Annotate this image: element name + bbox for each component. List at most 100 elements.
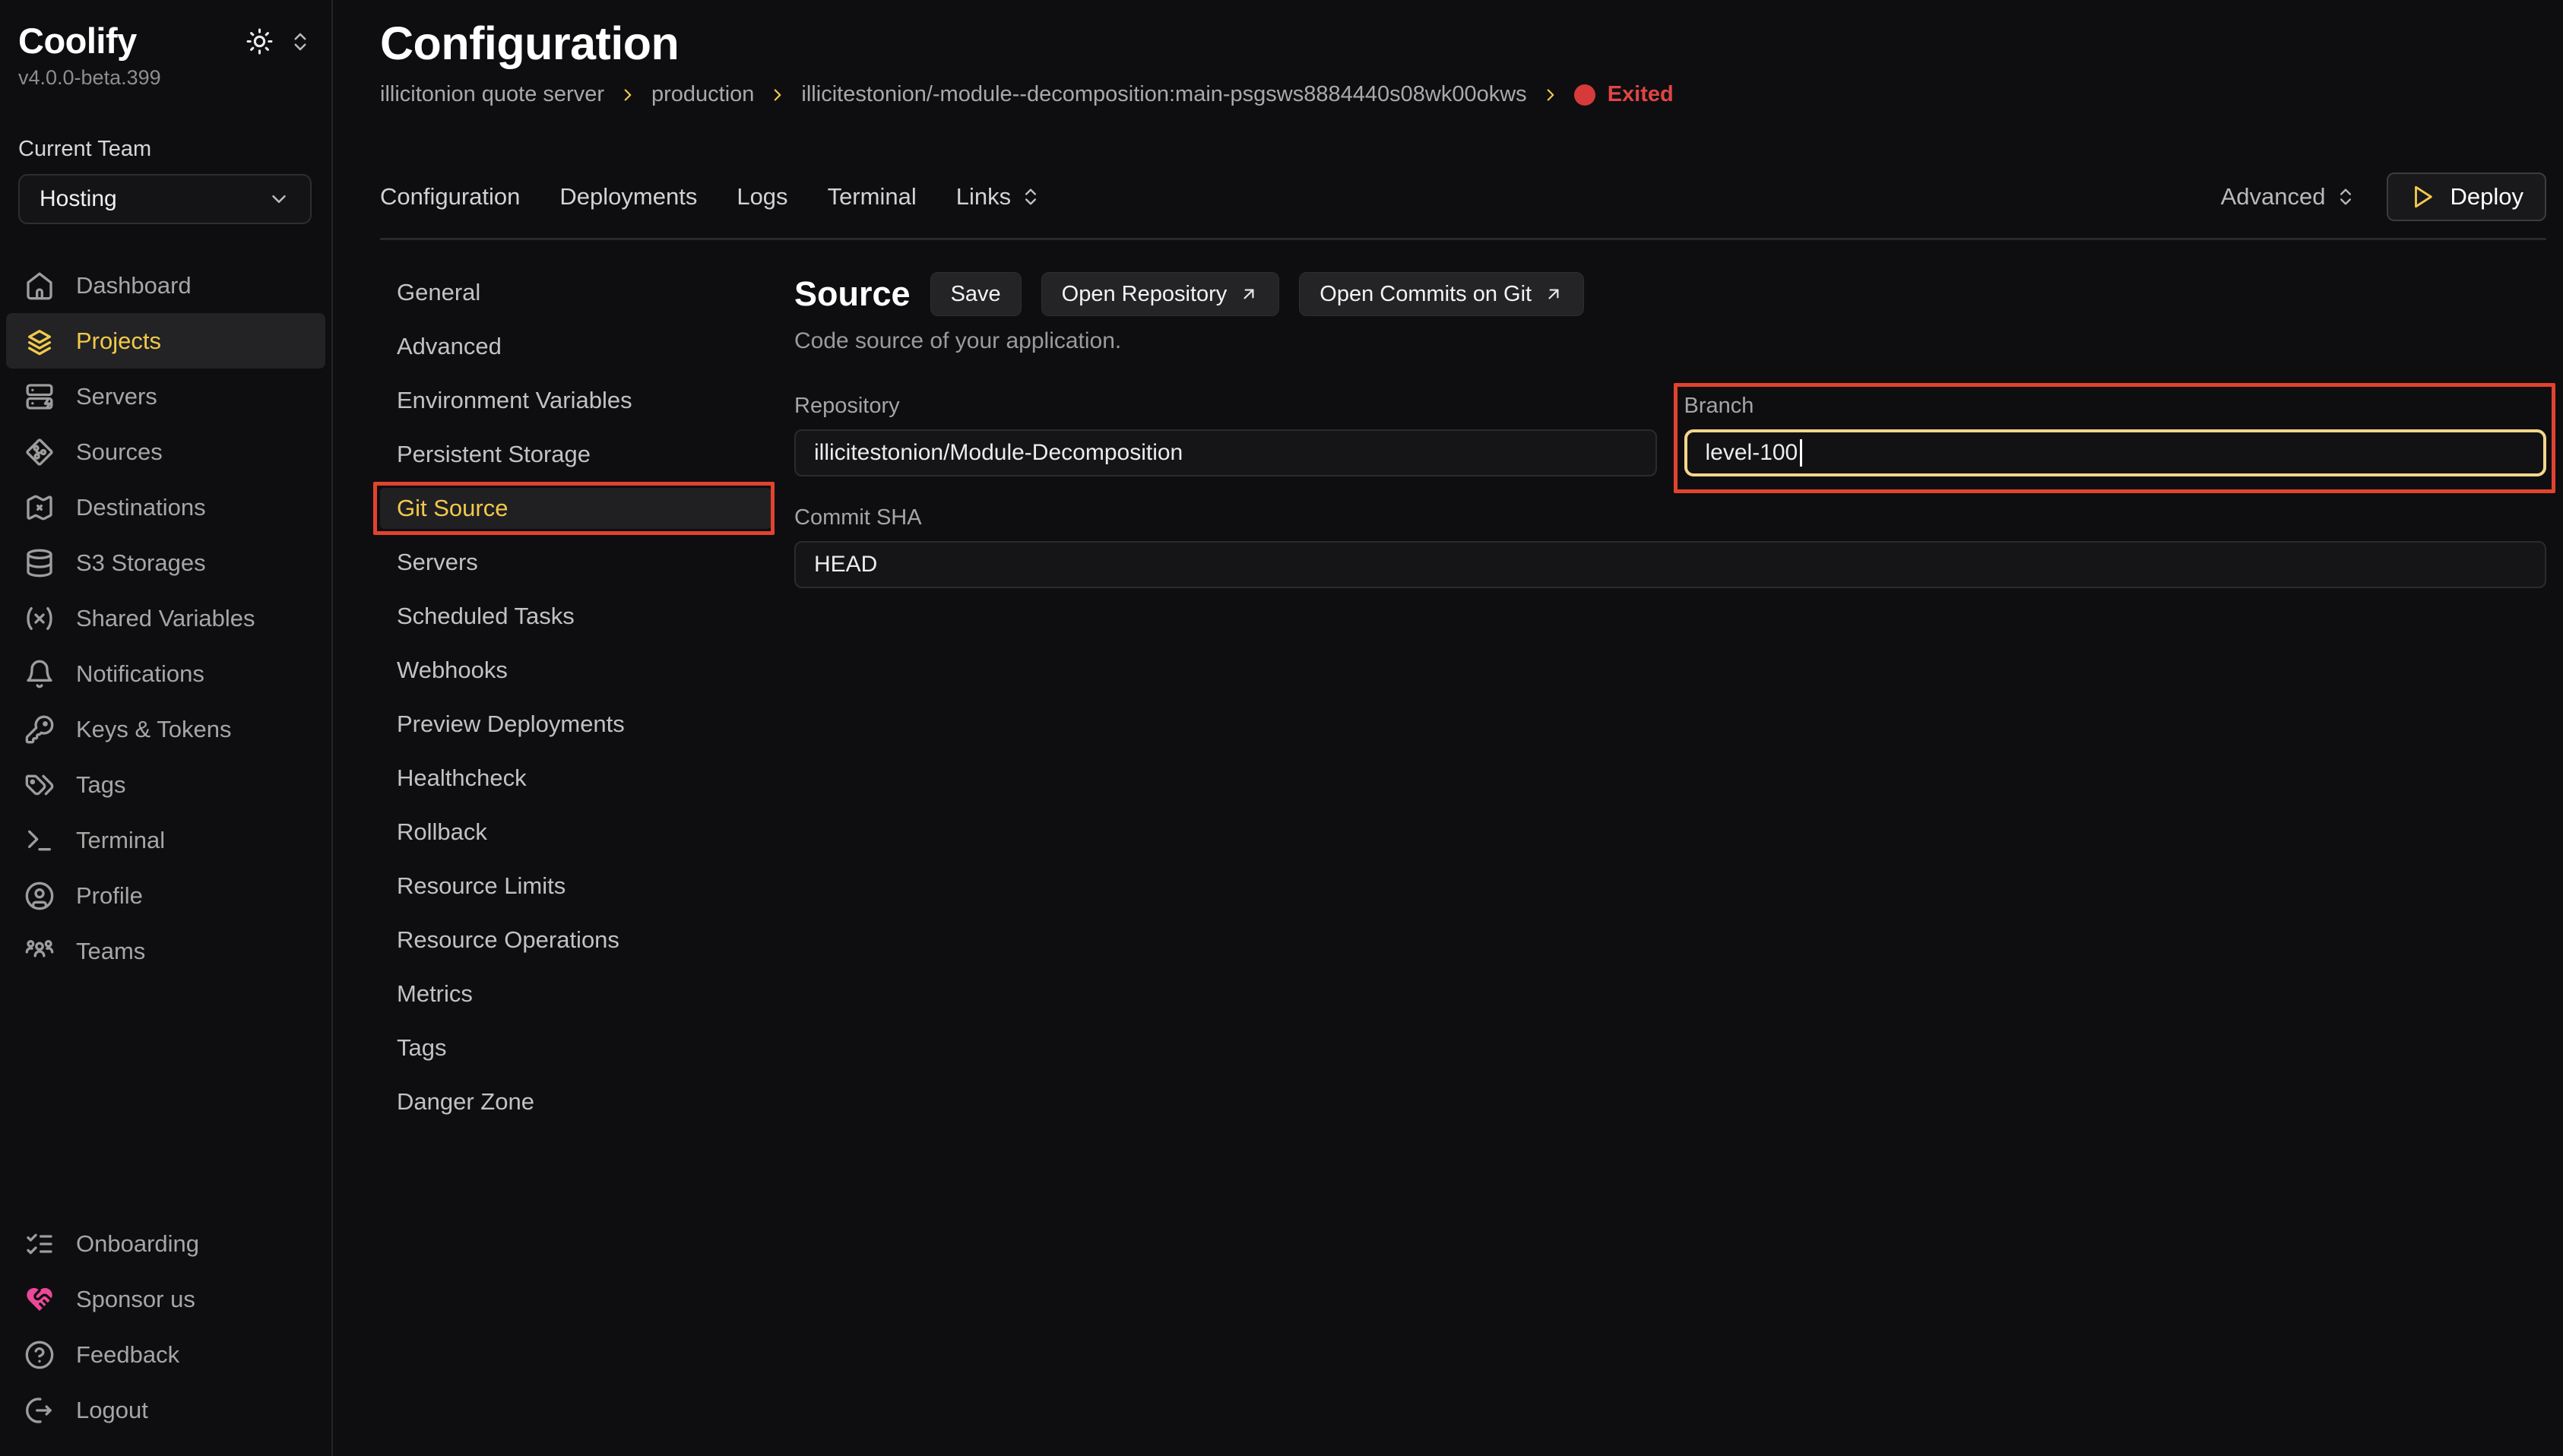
status-badge: Exited xyxy=(1574,82,1674,107)
save-button[interactable]: Save xyxy=(930,272,1022,316)
sidebar-item-terminal[interactable]: Terminal xyxy=(6,812,325,868)
subnav-item-metrics[interactable]: Metrics xyxy=(380,973,771,1014)
tabs: Configuration Deployments Logs Terminal Link… xyxy=(380,183,1041,210)
sidebar-item-label: Terminal xyxy=(76,827,165,854)
sidebar-item-notifications[interactable]: Notifications xyxy=(6,646,325,701)
sidebar-item-teams[interactable]: Teams xyxy=(6,923,325,979)
commit-sha-input[interactable]: HEAD xyxy=(794,541,2546,588)
deploy-label: Deploy xyxy=(2451,183,2524,210)
sidebar-item-keys-tokens[interactable]: Keys & Tokens xyxy=(6,701,325,757)
subnav-item-preview-deployments[interactable]: Preview Deployments xyxy=(380,704,771,745)
bell-icon xyxy=(24,659,55,689)
page-title: Configuration xyxy=(380,17,2546,70)
tab-terminal[interactable]: Terminal xyxy=(828,183,917,210)
subnav-item-label: Scheduled Tasks xyxy=(397,603,575,629)
tab-links[interactable]: Links xyxy=(956,183,1041,210)
sidebar-item-label: Notifications xyxy=(76,660,204,688)
sidebar-header: Coolify xyxy=(0,20,331,62)
subnav-item-label: Rollback xyxy=(397,818,487,845)
chevrons-up-down-icon xyxy=(1020,186,1041,207)
sidebar-item-feedback[interactable]: Feedback xyxy=(6,1327,325,1382)
sidebar-item-s3-storages[interactable]: S3 Storages xyxy=(6,535,325,590)
subnav-item-general[interactable]: General xyxy=(380,272,771,313)
sidebar-item-destinations[interactable]: Destinations xyxy=(6,480,325,535)
team-select[interactable]: Hosting xyxy=(18,174,312,224)
chevrons-up-down-icon[interactable] xyxy=(289,30,312,53)
subnav-item-resource-limits[interactable]: Resource Limits xyxy=(380,866,771,907)
branch-input[interactable]: level-100 xyxy=(1684,429,2547,476)
main-area: Configuration illicitonion quote server … xyxy=(333,0,2563,1456)
subnav-item-label: Resource Operations xyxy=(397,926,619,953)
subnav-item-label: Tags xyxy=(397,1034,446,1061)
tab-configuration[interactable]: Configuration xyxy=(380,183,520,210)
sidebar-item-shared-variables[interactable]: Shared Variables xyxy=(6,590,325,646)
open-repository-button[interactable]: Open Repository xyxy=(1041,272,1280,316)
subnav-item-danger-zone[interactable]: Danger Zone xyxy=(380,1081,771,1122)
breadcrumb-environment[interactable]: production xyxy=(651,82,754,107)
arrow-up-right-icon xyxy=(1544,284,1563,304)
deploy-button[interactable]: Deploy xyxy=(2387,173,2547,221)
theme-toggle-sun-icon[interactable] xyxy=(246,27,274,55)
repository-input[interactable]: illicitestonion/Module-Decomposition xyxy=(794,429,1657,476)
sidebar-item-dashboard[interactable]: Dashboard xyxy=(6,258,325,313)
subnav-item-servers[interactable]: Servers xyxy=(380,542,771,583)
section-title: Source xyxy=(794,274,911,314)
key-icon xyxy=(24,714,55,745)
sidebar-item-servers[interactable]: Servers xyxy=(6,369,325,424)
subnav-item-label: Git Source xyxy=(397,495,508,521)
subnav-item-healthcheck[interactable]: Healthcheck xyxy=(380,758,771,799)
database-icon xyxy=(24,548,55,578)
subnav-item-tags[interactable]: Tags xyxy=(380,1027,771,1068)
sidebar-item-onboarding[interactable]: Onboarding xyxy=(6,1216,325,1271)
subnav-item-git-source[interactable]: Git Source xyxy=(380,488,771,529)
sidebar-item-sponsor-us[interactable]: Sponsor us xyxy=(6,1271,325,1327)
subnav-item-resource-operations[interactable]: Resource Operations xyxy=(380,919,771,961)
sidebar-item-profile[interactable]: Profile xyxy=(6,868,325,923)
tab-label: Configuration xyxy=(380,183,520,210)
sidebar-item-label: Teams xyxy=(76,938,145,965)
repository-label: Repository xyxy=(794,394,1657,419)
subnav-item-persistent-storage[interactable]: Persistent Storage xyxy=(380,434,771,475)
tab-logs[interactable]: Logs xyxy=(737,183,787,210)
app-logo[interactable]: Coolify xyxy=(18,20,137,62)
sidebar-nav: DashboardProjects Servers Sources Destinati… xyxy=(0,258,331,979)
current-team-label: Current Team xyxy=(0,137,331,162)
sidebar-item-tags[interactable]: Tags xyxy=(6,757,325,812)
subnav-item-label: General xyxy=(397,279,480,305)
subnav-item-label: Servers xyxy=(397,549,478,575)
tab-label: Deployments xyxy=(559,183,697,210)
app-version: v4.0.0-beta.399 xyxy=(0,66,331,90)
save-label: Save xyxy=(951,282,1001,307)
user-circle-icon xyxy=(24,881,55,911)
subnav-item-label: Environment Variables xyxy=(397,387,632,413)
sidebar: Coolify v4.0.0-beta.399 Current Team Hos… xyxy=(0,0,333,1456)
sidebar-item-logout[interactable]: Logout xyxy=(6,1382,325,1438)
subnav-item-environment-variables[interactable]: Environment Variables xyxy=(380,380,771,421)
subnav-item-webhooks[interactable]: Webhooks xyxy=(380,650,771,691)
config-subnav: General Advanced Environment Variables Pers… xyxy=(380,272,794,1456)
subnav-item-scheduled-tasks[interactable]: Scheduled Tasks xyxy=(380,596,771,637)
tab-label: Links xyxy=(956,183,1011,210)
help-circle-icon xyxy=(24,1340,55,1370)
sidebar-item-sources[interactable]: Sources xyxy=(6,424,325,480)
breadcrumb-resource[interactable]: illicitestonion/-module--decomposition:m… xyxy=(801,82,1526,107)
chevron-right-icon xyxy=(618,85,638,105)
subnav-item-rollback[interactable]: Rollback xyxy=(380,812,771,853)
tab-deployments[interactable]: Deployments xyxy=(559,183,697,210)
variables-icon xyxy=(24,603,55,634)
sidebar-item-label: Onboarding xyxy=(76,1230,199,1258)
subnav-item-advanced[interactable]: Advanced xyxy=(380,326,771,367)
breadcrumb-project[interactable]: illicitonion quote server xyxy=(380,82,604,107)
sidebar-item-projects[interactable]: Projects xyxy=(6,313,325,369)
chevron-right-icon xyxy=(768,85,787,105)
repository-value: illicitestonion/Module-Decomposition xyxy=(814,440,1183,466)
tab-label: Logs xyxy=(737,183,787,210)
sidebar-item-label: Feedback xyxy=(76,1341,179,1369)
open-commits-button[interactable]: Open Commits on Git xyxy=(1299,272,1584,316)
text-caret xyxy=(1800,439,1802,467)
server-icon xyxy=(24,381,55,412)
sidebar-item-label: Servers xyxy=(76,383,157,410)
sidebar-item-label: Sources xyxy=(76,438,163,466)
sidebar-item-label: Destinations xyxy=(76,494,206,521)
advanced-dropdown[interactable]: Advanced xyxy=(2221,183,2356,210)
